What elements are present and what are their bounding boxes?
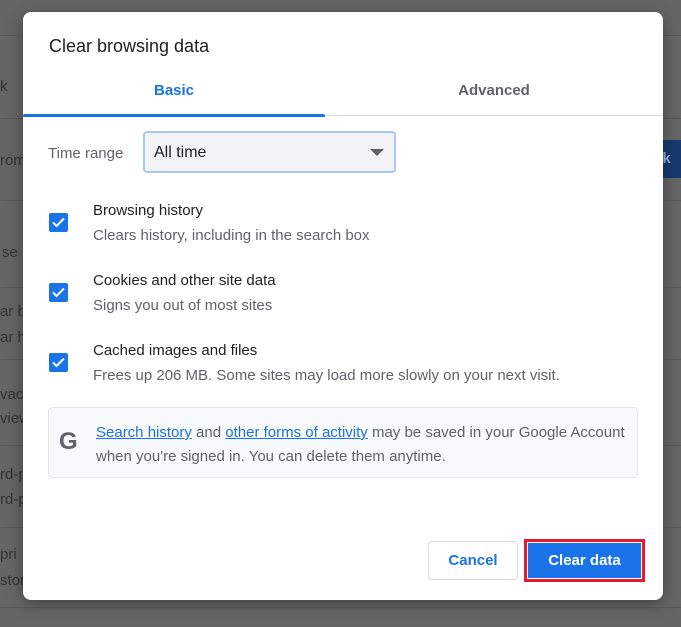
bg-text: ar b: [0, 303, 26, 320]
bg-text: se: [2, 244, 18, 261]
option-subtitle: Frees up 206 MB. Some sites may load mor…: [93, 367, 560, 384]
time-range-select[interactable]: All time: [143, 131, 396, 173]
checkmark-icon: [52, 357, 65, 368]
bg-text: stor: [0, 572, 26, 589]
dialog-title: Clear browsing data: [49, 36, 210, 56]
browsing-history-checkbox[interactable]: [49, 213, 68, 232]
clear-browsing-data-dialog: Clear browsing data Basic Advanced Time …: [23, 12, 663, 600]
tab-advanced[interactable]: Advanced: [343, 74, 645, 116]
option-subtitle: Signs you out of most sites: [93, 297, 273, 314]
tab-basic[interactable]: Basic: [23, 74, 325, 117]
dropdown-arrow-icon: [370, 149, 384, 156]
cancel-button[interactable]: Cancel: [428, 541, 518, 580]
bg-text: rom: [0, 152, 26, 169]
checkmark-icon: [52, 217, 65, 228]
cached-images-checkbox[interactable]: [49, 353, 68, 372]
option-subtitle: Clears history, including in the search …: [93, 227, 370, 244]
other-activity-link[interactable]: other forms of activity: [225, 424, 368, 441]
info-text: Search history and other forms of activi…: [96, 424, 625, 465]
google-account-info-box: G Search history and other forms of acti…: [48, 407, 638, 478]
clear-data-button[interactable]: Clear data: [528, 543, 641, 578]
bg-text: k: [0, 78, 8, 95]
search-history-link[interactable]: Search history: [96, 424, 192, 441]
option-title: Cookies and other site data: [93, 272, 276, 289]
option-title: Browsing history: [93, 202, 204, 219]
time-range-value: All time: [154, 144, 207, 161]
google-g-icon: G: [59, 428, 78, 455]
cookies-checkbox[interactable]: [49, 283, 68, 302]
time-range-label: Time range: [48, 145, 124, 162]
checkmark-icon: [52, 287, 65, 298]
tab-bar: Basic Advanced: [23, 74, 663, 117]
bg-text: ar h: [0, 329, 26, 346]
option-title: Cached images and files: [93, 342, 258, 359]
bg-text: pri: [0, 546, 17, 563]
